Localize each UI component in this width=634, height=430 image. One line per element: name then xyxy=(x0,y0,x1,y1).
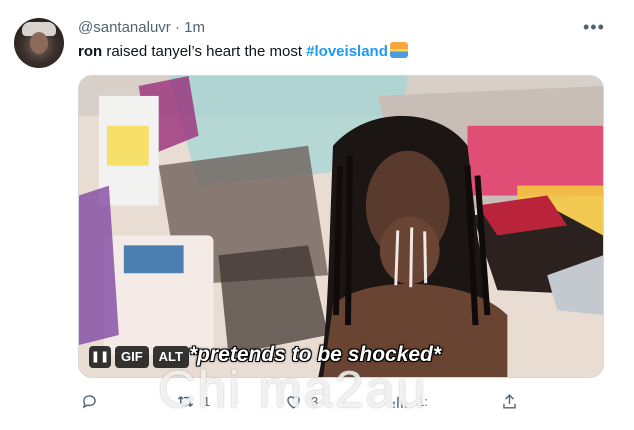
action-bar: 1 3 1: xyxy=(78,392,604,414)
reply-button[interactable] xyxy=(80,392,107,411)
gif-media[interactable]: ❚❚ GIF ALT *pretends to be shocked* xyxy=(78,75,604,378)
alt-button[interactable]: ALT xyxy=(152,346,189,368)
share-button[interactable] xyxy=(500,392,519,411)
separator-dot: · xyxy=(174,19,180,36)
gif-frame xyxy=(79,76,603,377)
tweet-text: ron raised tanyel’s heart the most #love… xyxy=(78,42,408,60)
share-icon xyxy=(503,394,516,409)
views-button[interactable]: 1: xyxy=(390,392,428,411)
sunrise-emoji-icon xyxy=(389,42,408,58)
views-icon xyxy=(393,396,407,408)
gif-controls: ❚❚ GIF ALT xyxy=(89,346,189,368)
timestamp[interactable]: 1m xyxy=(184,19,205,36)
more-options-icon[interactable]: ••• xyxy=(583,17,605,38)
pause-icon[interactable]: ❚❚ xyxy=(89,346,111,368)
gif-badge: GIF xyxy=(115,346,149,368)
avatar-face xyxy=(30,32,48,54)
retweet-button[interactable]: 1 xyxy=(176,392,210,411)
like-count: 3 xyxy=(311,394,319,409)
avatar[interactable] xyxy=(14,18,64,68)
gif-caption: *pretends to be shocked* xyxy=(189,343,442,366)
tweet-text-bold: ron xyxy=(78,43,103,60)
heart-icon xyxy=(287,396,300,409)
retweet-count: 1 xyxy=(203,394,211,409)
tweet-text-body: raised tanyel’s heart the most xyxy=(102,43,307,60)
reply-icon xyxy=(82,395,96,409)
user-handle[interactable]: @santanaluvr xyxy=(78,19,171,36)
tweet-header: @santanaluvr · 1m xyxy=(78,19,205,36)
hashtag-link[interactable]: #loveisland xyxy=(306,43,388,60)
views-count: 1: xyxy=(417,394,428,409)
retweet-icon xyxy=(177,396,194,407)
like-button[interactable]: 3 xyxy=(284,392,318,411)
